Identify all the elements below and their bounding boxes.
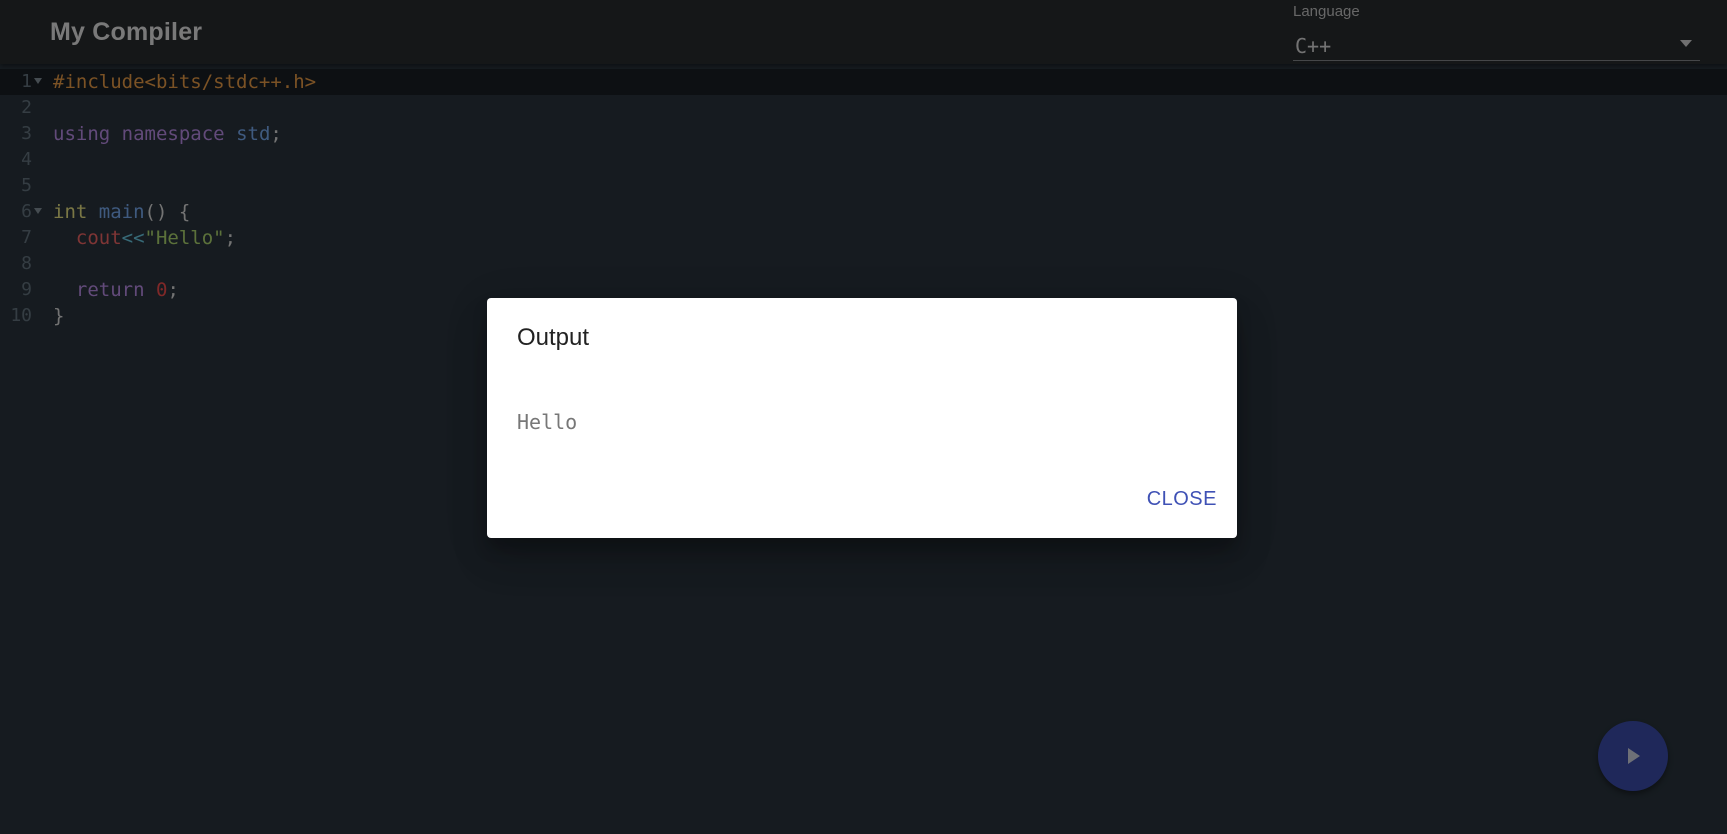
output-dialog: Output Hello CLOSE [487,298,1237,538]
dialog-title: Output [517,324,590,351]
compiler-app: My Compiler Language C++ 1#include<bits/… [0,0,1727,834]
close-button[interactable]: CLOSE [1147,488,1217,511]
program-output: Hello [517,410,578,434]
